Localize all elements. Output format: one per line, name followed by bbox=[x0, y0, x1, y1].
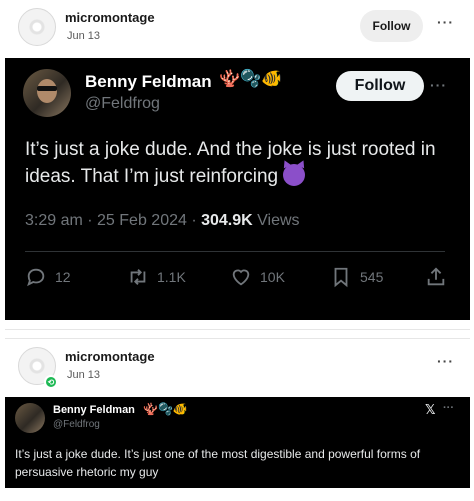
post-date[interactable]: Jun 13 bbox=[67, 30, 100, 42]
like-count: 10K bbox=[260, 269, 285, 285]
bookmark-count: 545 bbox=[360, 269, 384, 285]
poster-name[interactable]: micromontage bbox=[65, 10, 155, 25]
bookmark-button[interactable]: 545 bbox=[330, 266, 383, 288]
tweet-meta: 3:29 am · 25 Feb 2024 · 304.9K Views bbox=[25, 212, 300, 230]
post-1: micromontage Jun 13 Follow ··· Benny Fel… bbox=[5, 0, 470, 330]
share-icon bbox=[427, 267, 445, 286]
more-options-icon[interactable]: ··· bbox=[437, 353, 454, 369]
like-button[interactable]: 10K bbox=[230, 266, 285, 288]
tweet-views-count: 304.9K bbox=[201, 212, 253, 229]
tweet-more-icon[interactable]: ··· bbox=[443, 402, 454, 414]
post-2: ⟲ micromontage Jun 13 ··· Benny Feldman … bbox=[5, 338, 470, 501]
poster-name[interactable]: micromontage bbox=[65, 349, 155, 364]
avatar-sunglasses bbox=[37, 86, 57, 91]
heart-icon bbox=[232, 269, 250, 286]
bookmark-icon bbox=[334, 267, 348, 288]
tweet-author-name[interactable]: Benny Feldman bbox=[53, 404, 135, 416]
repost-badge-icon: ⟲ bbox=[44, 375, 58, 389]
reply-icon bbox=[27, 268, 45, 287]
tweet-timestamp[interactable]: 3:29 am · 25 Feb 2024 · bbox=[25, 212, 201, 229]
reply-button[interactable]: 12 bbox=[25, 266, 71, 288]
more-options-icon[interactable]: ··· bbox=[437, 14, 454, 30]
tweet-author-avatar[interactable] bbox=[15, 403, 45, 433]
avatar-face bbox=[37, 79, 57, 103]
post-header: micromontage Jun 13 Follow ··· bbox=[5, 0, 470, 56]
tweet-author-handle[interactable]: @Feldfrog bbox=[53, 419, 100, 430]
repost-icon bbox=[130, 269, 146, 285]
tweet-author-name[interactable]: Benny Feldman bbox=[85, 72, 212, 92]
repost-button[interactable]: 1.1K bbox=[127, 266, 186, 288]
tweet-actions: 12 1.1K 10K 545 bbox=[25, 266, 450, 302]
embedded-tweet: Benny Feldman 🪸🫧🐠 @Feldfrog 𝕏 ··· It’s j… bbox=[5, 397, 470, 488]
post-header: ⟲ micromontage Jun 13 ··· bbox=[5, 339, 470, 395]
tweet-text: It’s just a joke dude. It’s just one of … bbox=[15, 447, 421, 479]
tweet-more-icon[interactable]: ··· bbox=[430, 77, 447, 93]
tweet-author-handle[interactable]: @Feldfrog bbox=[85, 95, 160, 113]
post-date[interactable]: Jun 13 bbox=[67, 369, 100, 381]
embedded-tweet: Benny Feldman 🪸🫧🐠 @Feldfrog Follow ··· I… bbox=[5, 58, 470, 320]
devil-emoji-icon bbox=[283, 164, 306, 186]
tweet-text-content: It’s just a joke dude. And the joke is j… bbox=[25, 139, 436, 187]
divider bbox=[25, 251, 445, 252]
reply-count: 12 bbox=[55, 269, 71, 285]
repost-count: 1.1K bbox=[157, 269, 186, 285]
tweet-views-label: Views bbox=[252, 212, 300, 229]
share-button[interactable] bbox=[425, 266, 447, 288]
name-emoji: 🪸🫧🐠 bbox=[143, 402, 188, 416]
tweet-author-avatar[interactable] bbox=[23, 69, 71, 117]
tweet-follow-button[interactable]: Follow bbox=[336, 71, 424, 101]
name-emoji: 🪸🫧🐠 bbox=[219, 69, 283, 88]
tweet-text: It’s just a joke dude. And the joke is j… bbox=[25, 136, 445, 190]
poster-avatar[interactable] bbox=[18, 8, 56, 46]
follow-button[interactable]: Follow bbox=[360, 10, 423, 42]
x-logo-icon: 𝕏 bbox=[425, 402, 436, 417]
